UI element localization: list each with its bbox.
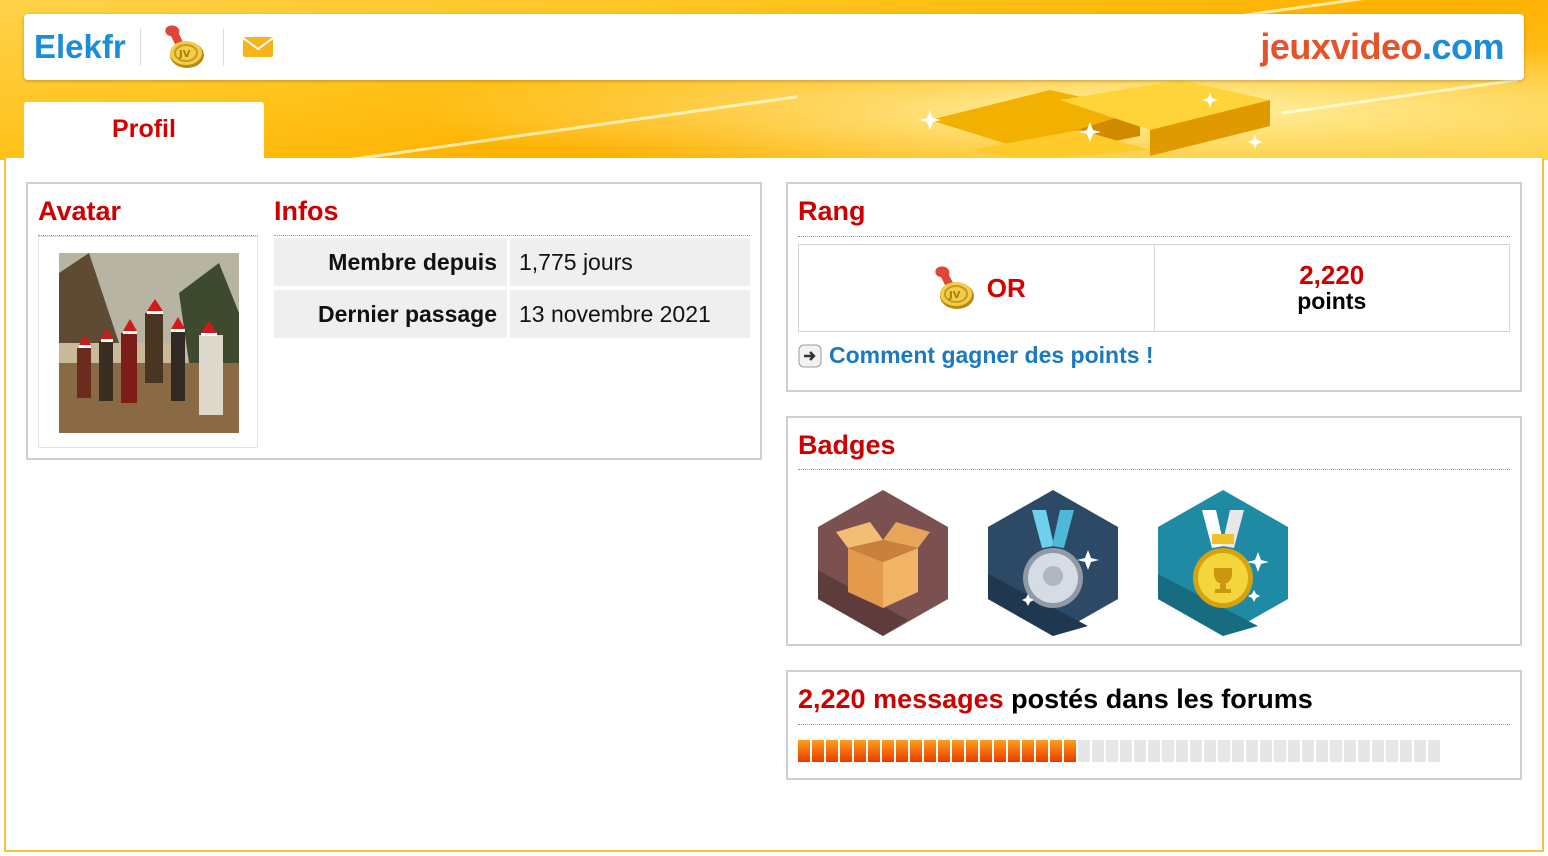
progress-segment-empty — [1148, 740, 1160, 762]
progress-segment-filled — [1008, 740, 1020, 762]
avatar — [59, 253, 239, 433]
profile-banner: Elekfr JV jeuxvideo.com Profil — [0, 0, 1548, 160]
progress-segment-empty — [1316, 740, 1328, 762]
progress-segment-filled — [1022, 740, 1034, 762]
username[interactable]: Elekfr — [34, 28, 141, 66]
rank-panel: Rang JV OR 2,220 points Comment gagner d… — [786, 182, 1522, 392]
separator — [222, 28, 224, 66]
gold-trophy-medal-badge-icon[interactable] — [1158, 490, 1288, 636]
progress-segment-empty — [1330, 740, 1342, 762]
gold-medal-icon: JV — [165, 25, 204, 68]
tab-profil[interactable]: Profil — [24, 102, 264, 160]
messages-suffix: postés dans les forums — [1003, 684, 1313, 714]
progress-segment-filled — [952, 740, 964, 762]
progress-segment-empty — [1190, 740, 1202, 762]
gold-medal-icon: JV — [935, 266, 974, 309]
progress-segment-empty — [1176, 740, 1188, 762]
messages-count: 2,220 messages — [798, 684, 1004, 714]
svg-text:JV: JV — [948, 290, 961, 301]
progress-segment-empty — [1302, 740, 1314, 762]
info-label-member-since: Membre depuis — [274, 238, 510, 286]
progress-segment-empty — [1428, 740, 1440, 762]
howto-points-link[interactable]: Comment gagner des points ! — [798, 342, 1154, 369]
progress-segment-empty — [1386, 740, 1398, 762]
messages-heading: 2,220 messages postés dans les forums — [798, 684, 1313, 715]
envelope-icon[interactable] — [242, 36, 274, 58]
progress-segment-filled — [882, 740, 894, 762]
avatar-frame — [38, 236, 258, 448]
progress-segment-empty — [1232, 740, 1244, 762]
progress-segment-filled — [840, 740, 852, 762]
silver-medal-badge-icon[interactable] — [988, 490, 1118, 636]
gold-bars-illustration — [919, 80, 1270, 160]
messages-panel: 2,220 messages postés dans les forums — [786, 670, 1522, 780]
rank-name: OR — [986, 272, 1026, 303]
progress-segment-empty — [1092, 740, 1104, 762]
infos-section: Infos Membre depuis 1,775 jours Dernier … — [274, 196, 750, 342]
progress-segment-filled — [994, 740, 1006, 762]
progress-segment-empty — [1162, 740, 1174, 762]
table-row: Membre depuis 1,775 jours — [274, 238, 750, 286]
progress-segment-filled — [868, 740, 880, 762]
rank-table: JV OR 2,220 points — [798, 244, 1510, 332]
progress-segment-empty — [1204, 740, 1216, 762]
progress-segment-empty — [1106, 740, 1118, 762]
progress-segment-empty — [1344, 740, 1356, 762]
info-label-last-visit: Dernier passage — [274, 290, 510, 338]
infos-table: Membre depuis 1,775 jours Dernier passag… — [274, 234, 750, 342]
progress-segment-filled — [1050, 740, 1062, 762]
progress-segment-filled — [938, 740, 950, 762]
badges-panel: Badges — [786, 416, 1522, 646]
progress-segment-empty — [1246, 740, 1258, 762]
progress-segment-empty — [1358, 740, 1370, 762]
top-bar: Elekfr JV jeuxvideo.com — [24, 14, 1524, 80]
progress-segment-filled — [812, 740, 824, 762]
progress-segment-empty — [1260, 740, 1272, 762]
avatar-section: Avatar — [38, 196, 258, 448]
progress-segment-filled — [966, 740, 978, 762]
avatar-heading: Avatar — [38, 196, 258, 236]
progress-segment-empty — [1372, 740, 1384, 762]
messages-progress-bar — [798, 740, 1442, 762]
site-logo[interactable]: jeuxvideo.com — [1260, 26, 1504, 68]
progress-segment-empty — [1400, 740, 1412, 762]
profile-panel: Avatar Infos Membre depuis 1,775 jours D… — [26, 182, 762, 460]
divider — [798, 724, 1510, 725]
progress-segment-empty — [1134, 740, 1146, 762]
infos-heading: Infos — [274, 196, 750, 236]
divider — [798, 469, 1510, 470]
progress-segment-empty — [1414, 740, 1426, 762]
rank-cell: JV OR — [799, 245, 1154, 331]
points-value: 2,220 — [1299, 260, 1365, 290]
table-row: Dernier passage 13 novembre 2021 — [274, 290, 750, 338]
progress-segment-filled — [1064, 740, 1076, 762]
divider — [798, 236, 1510, 237]
svg-text:JV: JV — [178, 49, 191, 60]
progress-segment-filled — [980, 740, 992, 762]
progress-segment-empty — [1274, 740, 1286, 762]
open-box-badge-icon[interactable] — [818, 490, 948, 636]
points-label: points — [1297, 288, 1367, 314]
progress-segment-filled — [1036, 740, 1048, 762]
progress-segment-empty — [1078, 740, 1090, 762]
progress-segment-filled — [826, 740, 838, 762]
arrow-right-icon — [798, 344, 822, 367]
progress-segment-empty — [1120, 740, 1132, 762]
info-value-last-visit: 13 novembre 2021 — [510, 290, 750, 338]
progress-segment-filled — [896, 740, 908, 762]
progress-segment-filled — [854, 740, 866, 762]
info-value-member-since: 1,775 jours — [510, 238, 750, 286]
progress-segment-filled — [924, 740, 936, 762]
progress-segment-empty — [1288, 740, 1300, 762]
rank-heading: Rang — [798, 196, 866, 226]
progress-segment-filled — [910, 740, 922, 762]
points-cell: 2,220 points — [1153, 245, 1510, 331]
progress-segment-empty — [1218, 740, 1230, 762]
howto-points-link-text[interactable]: Comment gagner des points ! — [829, 342, 1154, 369]
badges-heading: Badges — [798, 430, 896, 460]
progress-segment-filled — [798, 740, 810, 762]
